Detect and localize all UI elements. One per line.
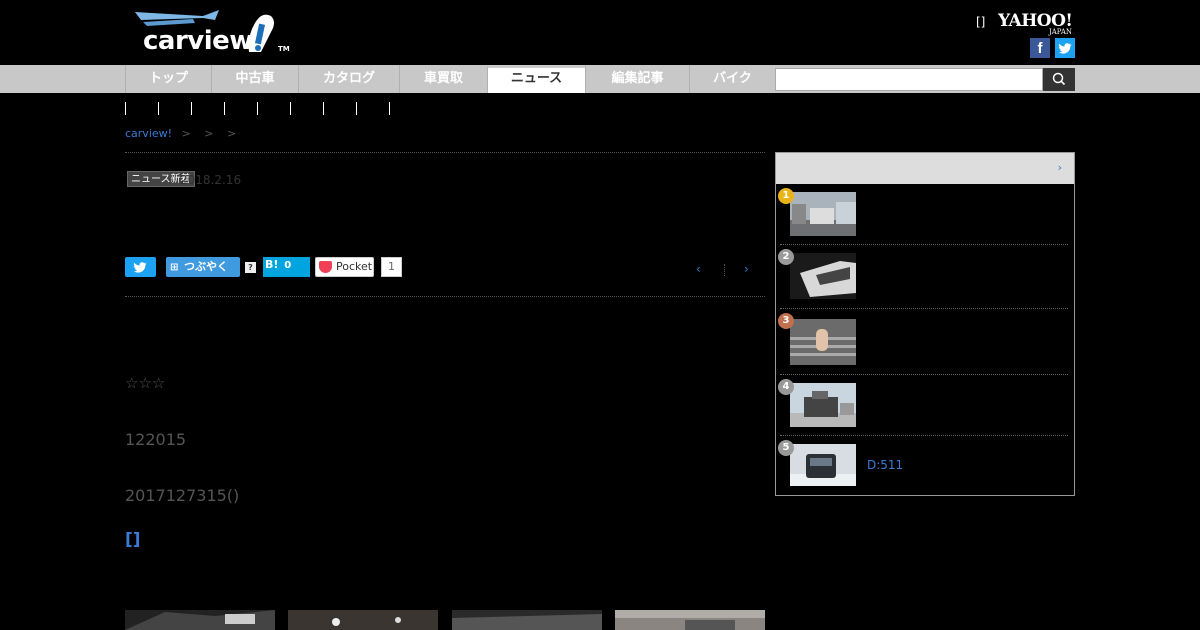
search-button[interactable] <box>1043 68 1075 91</box>
hatena-bookmark-button[interactable]: B! 0 <box>263 257 310 277</box>
gallery-thumbnail[interactable] <box>125 610 275 630</box>
ranking-sidebar: › 1 2 3 4 5 D:511 <box>775 152 1075 496</box>
subnav-divider <box>125 102 126 115</box>
tsubuyaku-icon: ⊞ <box>170 262 179 273</box>
next-page-link[interactable]: › <box>744 262 749 276</box>
ranking-thumbnail[interactable] <box>790 192 856 236</box>
rank-badge: 3 <box>778 313 794 329</box>
twitter-icon[interactable] <box>1055 38 1075 58</box>
subnav-divider <box>257 102 258 115</box>
logo-exclamation-icon <box>248 14 274 53</box>
pocket-count: 1 <box>381 257 402 277</box>
nav-items: トップ 中古車 カタログ 車買取 ニュース 編集記事 バイク <box>125 65 775 93</box>
tsubuyaku-label: つぶやく <box>184 260 228 273</box>
hatena-count: 0 <box>284 260 292 271</box>
subnav-divider <box>323 102 324 115</box>
article-date: 2018.2.16 <box>180 173 242 187</box>
subnav-divider <box>224 102 225 115</box>
twitter-bird-icon <box>1058 43 1072 54</box>
hatena-label: B! <box>265 258 279 271</box>
divider <box>125 152 765 153</box>
chevron-right-icon[interactable]: › <box>1058 161 1062 174</box>
car-photo <box>125 610 275 630</box>
car-photo <box>790 444 856 486</box>
ranking-title[interactable]: D:511 <box>867 458 903 472</box>
car-photo <box>790 383 856 427</box>
ranking-header[interactable]: › <box>776 153 1074 184</box>
article-text-line: 2017127315() <box>125 486 240 505</box>
divider <box>780 374 1068 375</box>
twitter-bird-icon <box>133 262 147 273</box>
car-photo <box>452 610 602 630</box>
article-text-line: 122015 <box>125 430 187 449</box>
ranking-thumbnail[interactable] <box>790 253 856 299</box>
logo-trademark: TM <box>278 45 290 53</box>
rank-badge: 1 <box>778 188 794 204</box>
subnav-divider <box>356 102 357 115</box>
ranking-thumbnail[interactable] <box>790 383 856 427</box>
global-nav: トップ 中古車 カタログ 車買取 ニュース 編集記事 バイク <box>0 65 1200 93</box>
site-header: carview TM [] YAHOO! JAPAN f <box>0 0 1200 65</box>
car-photo <box>790 319 856 365</box>
divider <box>780 308 1068 309</box>
ranking-thumbnail[interactable] <box>790 319 856 365</box>
article-link[interactable]: [] <box>125 530 141 550</box>
subnav-divider <box>290 102 291 115</box>
car-photo <box>790 192 856 236</box>
facebook-icon[interactable]: f <box>1030 38 1050 58</box>
divider <box>125 296 765 297</box>
nav-item-editorial[interactable]: 編集記事 <box>585 65 689 93</box>
pager-divider <box>724 264 725 276</box>
gallery-thumbnail[interactable] <box>615 610 765 630</box>
search-input[interactable] <box>775 68 1043 91</box>
rank-badge: 5 <box>778 440 794 456</box>
yahoo-japan-logo[interactable]: YAHOO! JAPAN <box>998 12 1073 36</box>
breadcrumb-home-link[interactable]: carview! <box>125 127 172 140</box>
rank-badge: 2 <box>778 249 794 265</box>
gallery-thumbnail[interactable] <box>288 610 438 630</box>
ranking-thumbnail[interactable] <box>790 444 856 486</box>
car-photo <box>790 253 856 299</box>
search-icon <box>1052 72 1066 86</box>
car-photo <box>288 610 438 630</box>
car-photo <box>615 610 765 630</box>
prev-page-link[interactable]: ‹ <box>696 262 701 276</box>
tweet-button[interactable] <box>125 257 156 277</box>
nav-item-news[interactable]: ニュース <box>487 65 585 93</box>
gallery-thumbnail[interactable] <box>452 610 602 630</box>
nav-item-catalog[interactable]: カタログ <box>298 65 399 93</box>
subnav-divider <box>191 102 192 115</box>
logo-text: carview <box>143 26 253 56</box>
header-bracket-link[interactable]: [] <box>976 15 985 29</box>
nav-item-bike[interactable]: バイク <box>689 65 775 93</box>
subnav-divider <box>158 102 159 115</box>
nav-item-car-buyback[interactable]: 車買取 <box>399 65 487 93</box>
breadcrumb: carview! > > > <box>125 127 236 140</box>
breadcrumb-separator: > <box>227 127 237 140</box>
pocket-label: Pocket <box>336 260 373 273</box>
tsubuyaku-button[interactable]: ⊞ つぶやく <box>166 257 240 277</box>
carview-logo[interactable]: carview TM <box>133 8 293 56</box>
help-icon[interactable]: ? <box>245 262 256 273</box>
pocket-icon <box>319 261 332 273</box>
subnav-divider <box>389 102 390 115</box>
divider <box>780 435 1068 436</box>
nav-item-used-cars[interactable]: 中古車 <box>211 65 298 93</box>
pocket-button[interactable]: Pocket <box>315 257 374 277</box>
rank-badge: 4 <box>778 379 794 395</box>
breadcrumb-separator: > <box>204 127 214 140</box>
breadcrumb-separator: > <box>181 127 191 140</box>
nav-item-top[interactable]: トップ <box>125 65 211 93</box>
divider <box>780 244 1068 245</box>
rating-stars: ☆☆☆ <box>125 374 166 392</box>
